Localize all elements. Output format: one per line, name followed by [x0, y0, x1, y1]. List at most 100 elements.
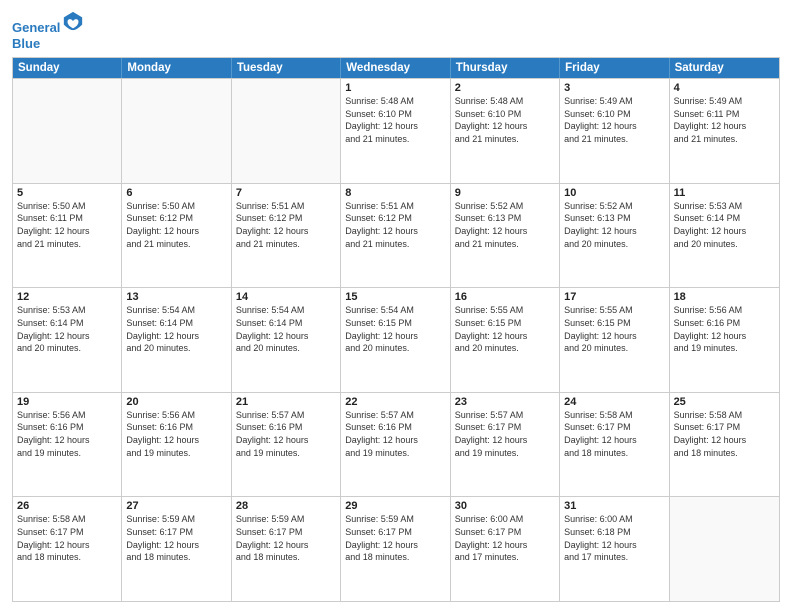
day-cell-5: 5Sunrise: 5:50 AM Sunset: 6:11 PM Daylig…	[13, 184, 122, 288]
day-cell-8: 8Sunrise: 5:51 AM Sunset: 6:12 PM Daylig…	[341, 184, 450, 288]
weeks-container: 1Sunrise: 5:48 AM Sunset: 6:10 PM Daylig…	[13, 78, 779, 601]
day-cell-30: 30Sunrise: 6:00 AM Sunset: 6:17 PM Dayli…	[451, 497, 560, 601]
day-info: Sunrise: 5:57 AM Sunset: 6:16 PM Dayligh…	[345, 409, 445, 459]
logo: General Blue	[12, 10, 84, 51]
day-info: Sunrise: 5:54 AM Sunset: 6:14 PM Dayligh…	[126, 304, 226, 354]
day-cell-3: 3Sunrise: 5:49 AM Sunset: 6:10 PM Daylig…	[560, 79, 669, 183]
day-cell-20: 20Sunrise: 5:56 AM Sunset: 6:16 PM Dayli…	[122, 393, 231, 497]
day-cell-27: 27Sunrise: 5:59 AM Sunset: 6:17 PM Dayli…	[122, 497, 231, 601]
day-cell-14: 14Sunrise: 5:54 AM Sunset: 6:14 PM Dayli…	[232, 288, 341, 392]
day-info: Sunrise: 5:51 AM Sunset: 6:12 PM Dayligh…	[236, 200, 336, 250]
dow-cell-saturday: Saturday	[670, 58, 779, 78]
day-number: 25	[674, 396, 775, 408]
day-info: Sunrise: 5:52 AM Sunset: 6:13 PM Dayligh…	[564, 200, 664, 250]
day-number: 26	[17, 500, 117, 512]
day-number: 29	[345, 500, 445, 512]
day-info: Sunrise: 5:56 AM Sunset: 6:16 PM Dayligh…	[674, 304, 775, 354]
dow-cell-friday: Friday	[560, 58, 669, 78]
dow-cell-thursday: Thursday	[451, 58, 560, 78]
day-cell-13: 13Sunrise: 5:54 AM Sunset: 6:14 PM Dayli…	[122, 288, 231, 392]
day-number: 10	[564, 187, 664, 199]
day-cell-17: 17Sunrise: 5:55 AM Sunset: 6:15 PM Dayli…	[560, 288, 669, 392]
day-info: Sunrise: 5:58 AM Sunset: 6:17 PM Dayligh…	[564, 409, 664, 459]
day-number: 24	[564, 396, 664, 408]
day-number: 8	[345, 187, 445, 199]
calendar: SundayMondayTuesdayWednesdayThursdayFrid…	[12, 57, 780, 602]
day-cell-4: 4Sunrise: 5:49 AM Sunset: 6:11 PM Daylig…	[670, 79, 779, 183]
day-cell-23: 23Sunrise: 5:57 AM Sunset: 6:17 PM Dayli…	[451, 393, 560, 497]
day-cell-15: 15Sunrise: 5:54 AM Sunset: 6:15 PM Dayli…	[341, 288, 450, 392]
day-info: Sunrise: 5:48 AM Sunset: 6:10 PM Dayligh…	[345, 95, 445, 145]
day-cell-21: 21Sunrise: 5:57 AM Sunset: 6:16 PM Dayli…	[232, 393, 341, 497]
day-info: Sunrise: 5:51 AM Sunset: 6:12 PM Dayligh…	[345, 200, 445, 250]
header: General Blue	[12, 10, 780, 51]
day-number: 28	[236, 500, 336, 512]
day-number: 13	[126, 291, 226, 303]
day-number: 15	[345, 291, 445, 303]
day-info: Sunrise: 5:58 AM Sunset: 6:17 PM Dayligh…	[17, 513, 117, 563]
days-of-week-row: SundayMondayTuesdayWednesdayThursdayFrid…	[13, 58, 779, 78]
day-cell-1: 1Sunrise: 5:48 AM Sunset: 6:10 PM Daylig…	[341, 79, 450, 183]
day-number: 2	[455, 82, 555, 94]
day-cell-6: 6Sunrise: 5:50 AM Sunset: 6:12 PM Daylig…	[122, 184, 231, 288]
day-info: Sunrise: 5:59 AM Sunset: 6:17 PM Dayligh…	[236, 513, 336, 563]
day-cell-12: 12Sunrise: 5:53 AM Sunset: 6:14 PM Dayli…	[13, 288, 122, 392]
logo-icon	[62, 10, 84, 32]
day-cell-16: 16Sunrise: 5:55 AM Sunset: 6:15 PM Dayli…	[451, 288, 560, 392]
day-info: Sunrise: 5:49 AM Sunset: 6:11 PM Dayligh…	[674, 95, 775, 145]
day-info: Sunrise: 5:53 AM Sunset: 6:14 PM Dayligh…	[674, 200, 775, 250]
day-number: 1	[345, 82, 445, 94]
day-number: 22	[345, 396, 445, 408]
day-number: 19	[17, 396, 117, 408]
day-number: 27	[126, 500, 226, 512]
day-info: Sunrise: 5:50 AM Sunset: 6:12 PM Dayligh…	[126, 200, 226, 250]
day-number: 3	[564, 82, 664, 94]
dow-cell-tuesday: Tuesday	[232, 58, 341, 78]
day-cell-empty	[670, 497, 779, 601]
day-cell-24: 24Sunrise: 5:58 AM Sunset: 6:17 PM Dayli…	[560, 393, 669, 497]
dow-cell-sunday: Sunday	[13, 58, 122, 78]
calendar-page: General Blue SundayMondayTuesdayWednesda…	[0, 0, 792, 612]
day-cell-7: 7Sunrise: 5:51 AM Sunset: 6:12 PM Daylig…	[232, 184, 341, 288]
day-number: 4	[674, 82, 775, 94]
day-cell-empty	[122, 79, 231, 183]
day-cell-28: 28Sunrise: 5:59 AM Sunset: 6:17 PM Dayli…	[232, 497, 341, 601]
week-row-2: 12Sunrise: 5:53 AM Sunset: 6:14 PM Dayli…	[13, 287, 779, 392]
day-cell-29: 29Sunrise: 5:59 AM Sunset: 6:17 PM Dayli…	[341, 497, 450, 601]
day-number: 7	[236, 187, 336, 199]
day-info: Sunrise: 5:50 AM Sunset: 6:11 PM Dayligh…	[17, 200, 117, 250]
day-number: 5	[17, 187, 117, 199]
day-info: Sunrise: 5:57 AM Sunset: 6:17 PM Dayligh…	[455, 409, 555, 459]
day-number: 30	[455, 500, 555, 512]
day-info: Sunrise: 5:53 AM Sunset: 6:14 PM Dayligh…	[17, 304, 117, 354]
day-number: 6	[126, 187, 226, 199]
day-cell-11: 11Sunrise: 5:53 AM Sunset: 6:14 PM Dayli…	[670, 184, 779, 288]
day-number: 18	[674, 291, 775, 303]
day-number: 16	[455, 291, 555, 303]
week-row-4: 26Sunrise: 5:58 AM Sunset: 6:17 PM Dayli…	[13, 496, 779, 601]
day-cell-18: 18Sunrise: 5:56 AM Sunset: 6:16 PM Dayli…	[670, 288, 779, 392]
week-row-0: 1Sunrise: 5:48 AM Sunset: 6:10 PM Daylig…	[13, 78, 779, 183]
dow-cell-monday: Monday	[122, 58, 231, 78]
week-row-1: 5Sunrise: 5:50 AM Sunset: 6:11 PM Daylig…	[13, 183, 779, 288]
day-cell-25: 25Sunrise: 5:58 AM Sunset: 6:17 PM Dayli…	[670, 393, 779, 497]
day-info: Sunrise: 5:58 AM Sunset: 6:17 PM Dayligh…	[674, 409, 775, 459]
day-info: Sunrise: 5:52 AM Sunset: 6:13 PM Dayligh…	[455, 200, 555, 250]
day-cell-19: 19Sunrise: 5:56 AM Sunset: 6:16 PM Dayli…	[13, 393, 122, 497]
day-cell-10: 10Sunrise: 5:52 AM Sunset: 6:13 PM Dayli…	[560, 184, 669, 288]
day-info: Sunrise: 5:59 AM Sunset: 6:17 PM Dayligh…	[345, 513, 445, 563]
logo-blue: Blue	[12, 36, 40, 51]
day-cell-empty	[13, 79, 122, 183]
dow-cell-wednesday: Wednesday	[341, 58, 450, 78]
day-info: Sunrise: 5:54 AM Sunset: 6:14 PM Dayligh…	[236, 304, 336, 354]
day-cell-26: 26Sunrise: 5:58 AM Sunset: 6:17 PM Dayli…	[13, 497, 122, 601]
day-info: Sunrise: 5:55 AM Sunset: 6:15 PM Dayligh…	[564, 304, 664, 354]
day-info: Sunrise: 5:57 AM Sunset: 6:16 PM Dayligh…	[236, 409, 336, 459]
day-number: 17	[564, 291, 664, 303]
week-row-3: 19 Sunrise: 5:56 AM Sunset: 6:16 PM Dayli…	[13, 392, 779, 497]
day-cell-empty	[232, 79, 341, 183]
day-info: Sunrise: 5:56 AM Sunset: 6:16 PM Dayligh…	[126, 409, 226, 459]
day-number: 9	[455, 187, 555, 199]
day-info: Sunrise: 5:55 AM Sunset: 6:15 PM Dayligh…	[455, 304, 555, 354]
day-number: 14	[236, 291, 336, 303]
